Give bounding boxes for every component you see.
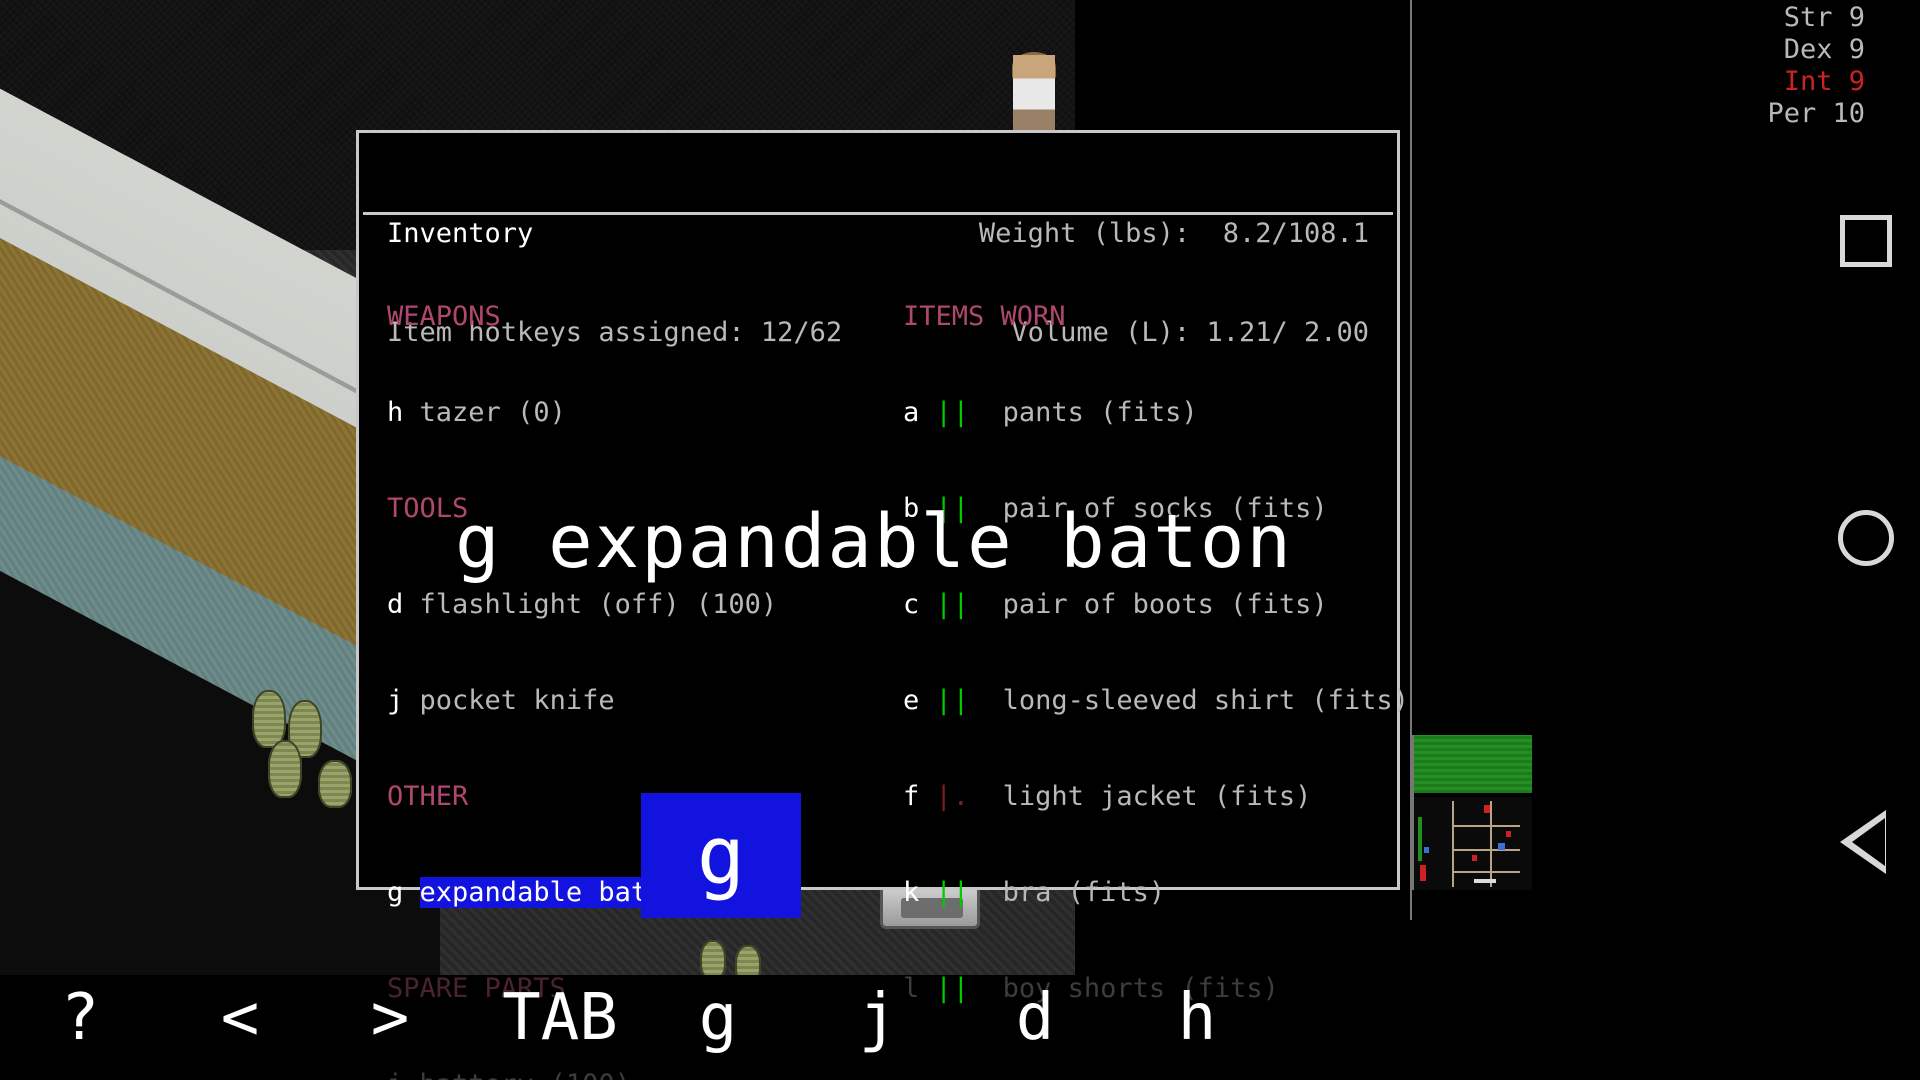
hotkey-h[interactable]: h: [1157, 955, 1237, 1080]
item-label: flashlight (off) (100): [419, 589, 778, 620]
hotkey-j[interactable]: j: [838, 955, 918, 1080]
category-weapons: WEAPONS: [387, 301, 501, 332]
item-label: pair of boots (fits): [1002, 589, 1328, 620]
item-row-tazer[interactable]: h tazer (0): [387, 397, 777, 429]
hotkey-help[interactable]: ?: [40, 955, 120, 1080]
item-hotkey: g: [387, 877, 404, 908]
item-label: pants (fits): [1002, 397, 1198, 428]
item-label: bra (fits): [1002, 877, 1166, 908]
worn-row-shirt[interactable]: e || long-sleeved shirt (fits): [903, 685, 1409, 717]
worn-row-bra[interactable]: k || bra (fits): [903, 877, 1409, 909]
player-sprite: [1013, 55, 1055, 133]
encumbrance-indicator: ||: [935, 877, 971, 908]
bush-tile: [268, 740, 302, 798]
category-items-worn: ITEMS WORN: [903, 301, 1066, 332]
item-hotkey: f: [903, 781, 920, 812]
worn-row-boots[interactable]: c || pair of boots (fits): [903, 589, 1409, 621]
hotkey-prev[interactable]: <: [200, 955, 280, 1080]
inventory-body: WEAPONS h tazer (0) TOOLS d flashlight (…: [363, 215, 1409, 1080]
hotkey-tab[interactable]: TAB: [480, 955, 640, 1080]
worn-row-pants[interactable]: a || pants (fits): [903, 397, 1409, 429]
item-row-flashlight[interactable]: d flashlight (off) (100): [387, 589, 777, 621]
minimap-grass: [1414, 735, 1532, 793]
item-hotkey: h: [387, 397, 404, 428]
inventory-header: Inventory Item hotkeys assigned: 12/62 W…: [363, 137, 1393, 348]
bottom-hotkey-bar: ? < > TAB g j d h: [0, 955, 1920, 1080]
encumbrance-indicator: ||: [935, 397, 971, 428]
item-label: pocket knife: [419, 685, 615, 716]
item-row-pocket-knife[interactable]: j pocket knife: [387, 685, 777, 717]
item-label: tazer (0): [419, 397, 566, 428]
item-label: light jacket (fits): [1002, 781, 1312, 812]
selected-item-overlay: g expandable baton: [455, 499, 1293, 585]
square-nav-icon[interactable]: [1840, 215, 1892, 267]
android-nav-column: [1800, 0, 1920, 975]
minimap[interactable]: [1412, 735, 1532, 890]
item-hotkey: k: [903, 877, 920, 908]
back-triangle-inner: [1852, 818, 1885, 866]
circle-nav-icon[interactable]: [1838, 510, 1894, 566]
inventory-right-column: ITEMS WORN a || pants (fits) b || pair o…: [903, 237, 1409, 1069]
hotkey-next[interactable]: >: [350, 955, 430, 1080]
minimap-overmap: [1414, 797, 1532, 890]
encumbrance-indicator: |.: [935, 781, 971, 812]
encumbrance-indicator: ||: [935, 685, 971, 716]
worn-row-jacket[interactable]: f |. light jacket (fits): [903, 781, 1409, 813]
encumbrance-indicator: ||: [935, 589, 971, 620]
game-screen: · · · · · MMM MM M 0 HEAD||||| TORSO||||…: [0, 0, 1920, 1080]
pressed-key-badge: g: [641, 793, 801, 918]
item-hotkey: j: [387, 685, 404, 716]
item-hotkey: a: [903, 397, 920, 428]
item-label: long-sleeved shirt (fits): [1002, 685, 1409, 716]
bush-tile: [318, 760, 352, 808]
inventory-left-column: WEAPONS h tazer (0) TOOLS d flashlight (…: [387, 237, 777, 1080]
item-hotkey: d: [387, 589, 404, 620]
item-hotkey: c: [903, 589, 920, 620]
item-hotkey: e: [903, 685, 920, 716]
hotkey-d[interactable]: d: [995, 955, 1075, 1080]
hotkey-g[interactable]: g: [678, 955, 758, 1080]
